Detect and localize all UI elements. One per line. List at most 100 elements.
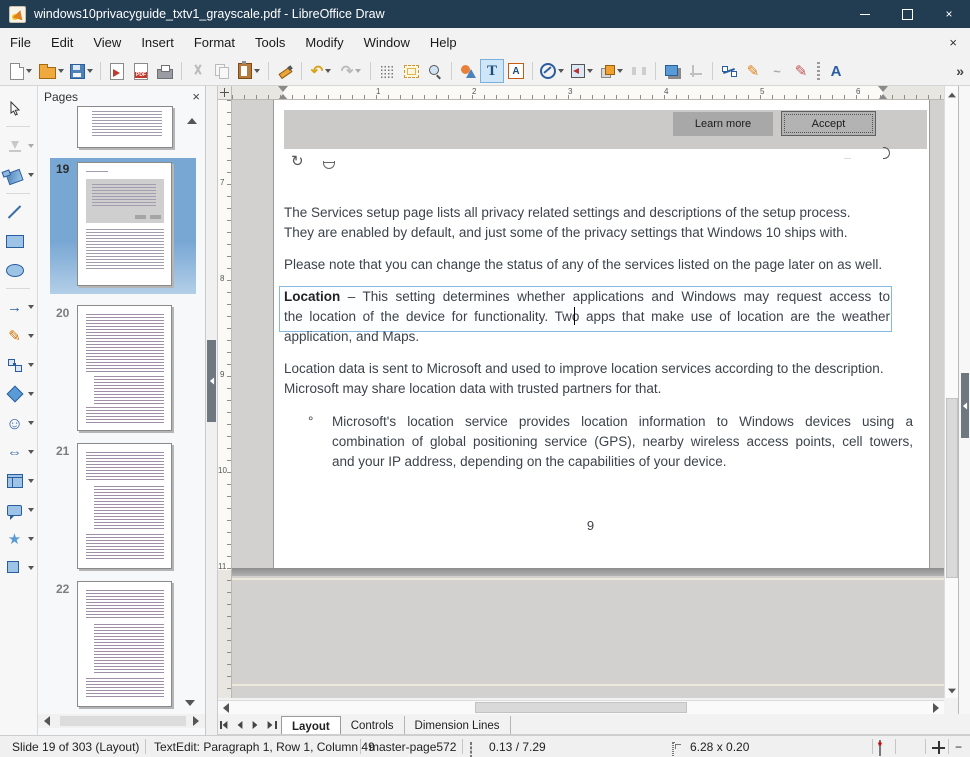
hide-panel-handle[interactable]: [207, 340, 216, 422]
menu-help[interactable]: Help: [420, 30, 467, 55]
paint-bucket-tool[interactable]: [3, 163, 36, 187]
edit-points-icon: [722, 65, 736, 77]
page-19-item-selected[interactable]: 19: [50, 158, 196, 294]
distribute-button[interactable]: [627, 59, 651, 83]
menu-modify[interactable]: Modify: [295, 30, 353, 55]
horizontal-scroll-thumb[interactable]: [475, 702, 687, 713]
menu-window[interactable]: Window: [354, 30, 420, 55]
document-page[interactable]: Learn more Accept ↻ The Services setup p…: [273, 100, 930, 570]
paste-button[interactable]: [234, 59, 264, 83]
hyperlink-button[interactable]: [537, 59, 567, 83]
panel-splitter[interactable]: [205, 86, 218, 735]
open-button[interactable]: [36, 59, 66, 83]
scroll-left-button[interactable]: [219, 701, 233, 715]
stars-banners-tool[interactable]: ★: [3, 527, 36, 551]
page-19-thumbnail[interactable]: [77, 162, 172, 286]
scroll-up-button[interactable]: [945, 88, 959, 102]
pages-scroll-left-button[interactable]: [40, 714, 54, 728]
page-18-thumbnail[interactable]: [77, 106, 173, 148]
master-page-name[interactable]: master-page572: [369, 740, 456, 754]
undo-button[interactable]: ↶: [306, 59, 336, 83]
document-close-icon[interactable]: ×: [944, 33, 962, 52]
tab-layout[interactable]: Layout: [281, 716, 341, 734]
insert-frame-button[interactable]: A: [504, 59, 528, 83]
glue-points-icon: ✎: [747, 64, 760, 79]
pages-scroll-right-button[interactable]: [189, 714, 203, 728]
last-page-button[interactable]: [267, 720, 275, 730]
drawing-canvas[interactable]: Learn more Accept ↻ The Services setup p…: [232, 100, 944, 698]
menu-insert[interactable]: Insert: [131, 30, 184, 55]
arrange-button[interactable]: [597, 59, 627, 83]
rectangle-tool[interactable]: [3, 229, 36, 253]
cut-button[interactable]: [186, 59, 210, 83]
show-sidebar-handle[interactable]: [961, 373, 969, 438]
select-tool[interactable]: [3, 96, 36, 120]
menu-format[interactable]: Format: [184, 30, 245, 55]
document-modified-icon[interactable]: [879, 741, 881, 755]
vertical-scroll-thumb[interactable]: [946, 398, 958, 578]
fontwork-button[interactable]: A: [824, 59, 848, 83]
export-button[interactable]: [105, 59, 129, 83]
to-curve-button[interactable]: ~: [765, 59, 789, 83]
basic-shapes-tool[interactable]: [3, 382, 36, 406]
next-page-button[interactable]: [252, 720, 260, 730]
callouts-tool[interactable]: [3, 498, 36, 522]
connectors-tool[interactable]: [3, 353, 36, 377]
crop-button[interactable]: [684, 59, 708, 83]
snap-guides-button[interactable]: [399, 59, 423, 83]
print-button[interactable]: [153, 59, 177, 83]
scroll-down-button[interactable]: [945, 684, 959, 698]
menu-file[interactable]: File: [0, 30, 41, 55]
menu-view[interactable]: View: [83, 30, 131, 55]
previous-page-button[interactable]: [237, 720, 245, 730]
first-page-button[interactable]: [222, 720, 230, 730]
left-margin-marker[interactable]: [278, 86, 288, 100]
menu-edit[interactable]: Edit: [41, 30, 83, 55]
pages-hscroll-thumb[interactable]: [60, 716, 186, 726]
shadow-button[interactable]: [660, 59, 684, 83]
pages-scroll-up-button[interactable]: [185, 114, 199, 128]
menu-tools[interactable]: Tools: [245, 30, 295, 55]
horizontal-ruler[interactable]: 1 2 3 4 5 6: [232, 86, 944, 100]
up-arrow-icon: [948, 93, 956, 98]
toolbar-overflow-button[interactable]: »: [956, 63, 964, 79]
vertical-scrollbar[interactable]: [944, 86, 958, 698]
pages-scroll-down-button[interactable]: [183, 696, 197, 710]
edit-points-button[interactable]: [717, 59, 741, 83]
pages-horizontal-scrollbar[interactable]: [38, 714, 205, 728]
glue-points-tool[interactable]: [3, 134, 36, 158]
line-tool[interactable]: [3, 200, 36, 224]
redo-button[interactable]: ↷: [336, 59, 366, 83]
ellipse-tool[interactable]: [3, 258, 36, 282]
tab-dimension-lines[interactable]: Dimension Lines: [405, 716, 511, 734]
save-button[interactable]: [66, 59, 96, 83]
copy-button[interactable]: [210, 59, 234, 83]
insert-text-box-button[interactable]: T: [480, 59, 504, 83]
zoom-out-button[interactable]: −: [955, 740, 962, 754]
vertical-ruler[interactable]: 7 8 9 10 11: [218, 100, 232, 698]
page-19-number: 19: [56, 162, 69, 176]
horizontal-scrollbar[interactable]: [218, 700, 944, 714]
export-pdf-button[interactable]: [129, 59, 153, 83]
clone-formatting-button[interactable]: [273, 59, 297, 83]
display-grid-button[interactable]: [375, 59, 399, 83]
lines-arrows-tool[interactable]: →: [3, 295, 36, 319]
block-arrows-tool[interactable]: ⇔: [3, 440, 36, 464]
maximize-button[interactable]: [886, 0, 928, 28]
close-button[interactable]: ×: [928, 0, 970, 28]
align-objects-button[interactable]: [567, 59, 597, 83]
glue-points-button[interactable]: ✎: [741, 59, 765, 83]
curves-polygons-tool[interactable]: ✎: [3, 324, 36, 348]
transformations-button[interactable]: [456, 59, 480, 83]
tab-controls[interactable]: Controls: [341, 716, 405, 734]
threed-objects-tool[interactable]: [3, 556, 36, 580]
right-margin-marker[interactable]: [878, 86, 888, 100]
new-document-button[interactable]: [6, 59, 36, 83]
draw-functions-button[interactable]: ✎: [789, 59, 813, 83]
scroll-right-button[interactable]: [929, 701, 943, 715]
pages-panel-close-icon[interactable]: ×: [192, 89, 200, 104]
zoom-button[interactable]: [423, 59, 447, 83]
symbol-shapes-tool[interactable]: ☺: [3, 411, 36, 435]
minimize-button[interactable]: [844, 0, 886, 28]
flowchart-tool[interactable]: [3, 469, 36, 493]
